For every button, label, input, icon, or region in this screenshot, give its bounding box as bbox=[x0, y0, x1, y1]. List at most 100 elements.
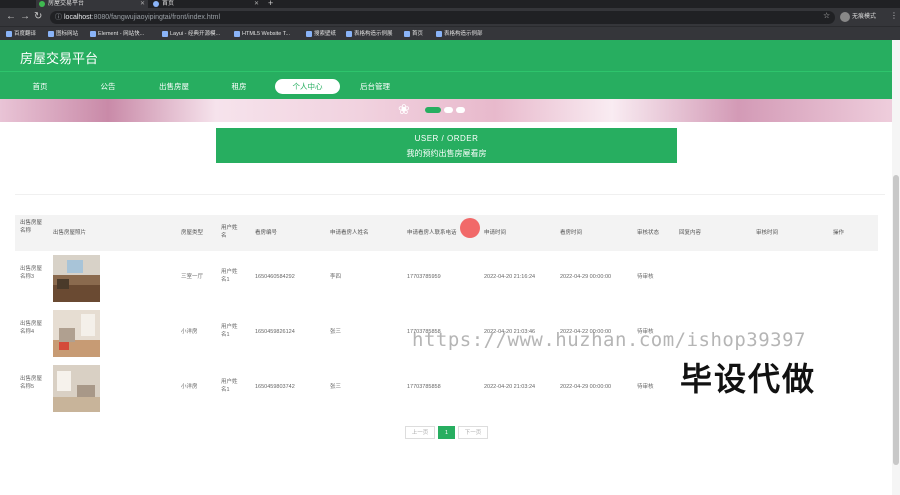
forward-arrow-icon[interactable]: → bbox=[20, 11, 30, 23]
prev-page-button[interactable]: 上一页 bbox=[405, 426, 435, 439]
cell-user-name: 用户姓名1 bbox=[221, 324, 238, 338]
bookmarks-bar: 百度翻译 图标网站 Element - 网站快... Layui - 经典开源模… bbox=[0, 26, 900, 40]
next-page-button[interactable]: 下一页 bbox=[458, 426, 488, 439]
cell-view-code: 1650460584292 bbox=[255, 274, 295, 280]
cell-house-type: 小洋房 bbox=[181, 384, 198, 390]
incognito-avatar-icon bbox=[840, 12, 850, 22]
close-tab-icon[interactable]: ✕ bbox=[254, 0, 259, 8]
bookmark-label: 表格构造示例部 bbox=[444, 31, 483, 37]
nav-notice[interactable]: 公告 bbox=[78, 79, 138, 94]
cell-view-time: 2022-04-29 00:00:00 bbox=[560, 274, 612, 280]
main-nav: 首页 公告 出售房屋 租房 个人中心 后台管理 bbox=[0, 71, 900, 99]
browser-tab-label: 首页 bbox=[162, 1, 175, 7]
url-host: localhost bbox=[64, 14, 92, 21]
bookmark-item[interactable]: Element - 网站快... bbox=[90, 29, 144, 39]
cell-status: 待审核 bbox=[637, 274, 654, 280]
browser-tab-label: 房屋交易平台 bbox=[48, 1, 85, 7]
column-header: 审核状态 bbox=[637, 230, 660, 236]
bookmark-item[interactable]: 搜索壁纸 bbox=[306, 29, 336, 39]
cell-user-name: 用户姓名1 bbox=[221, 269, 238, 283]
bookmark-icon bbox=[234, 31, 240, 37]
column-header: 审核时间 bbox=[756, 230, 779, 236]
table-row: 出售房屋名称3 三室一厅 用户姓名1 1650460584292 李四 1770… bbox=[15, 253, 878, 305]
watermark-text-label: 毕设代做 bbox=[680, 361, 817, 397]
bookmark-label: Element - 网站快... bbox=[98, 31, 145, 37]
column-header: 申请时间 bbox=[484, 230, 507, 236]
bookmark-star-icon[interactable]: ☆ bbox=[823, 11, 830, 20]
cell-applicant: 张三 bbox=[330, 384, 342, 390]
close-tab-icon[interactable]: ✕ bbox=[140, 0, 145, 8]
browser-tab-active[interactable]: 房屋交易平台 ✕ bbox=[36, 0, 148, 8]
nav-admin[interactable]: 后台管理 bbox=[345, 79, 405, 94]
site-favicon-icon bbox=[39, 1, 45, 7]
cell-phone: 17703785858 bbox=[407, 384, 441, 390]
page-scrollbar[interactable] bbox=[892, 40, 900, 495]
cell-house-name: 出售房屋名称4 bbox=[20, 321, 43, 335]
browser-menu-icon[interactable]: ⋮ bbox=[890, 11, 898, 20]
cell-house-type: 三室一厅 bbox=[181, 274, 204, 280]
bookmark-label: Layui - 经典开源模... bbox=[170, 31, 221, 37]
carousel-dot[interactable] bbox=[456, 107, 465, 113]
bookmark-icon bbox=[404, 31, 410, 37]
table-header: 出售房屋名称 出售房屋照片 房屋类型 用户姓名 看房编号 申请看房人姓名 申请看… bbox=[15, 215, 878, 251]
cell-house-type: 小洋房 bbox=[181, 329, 198, 335]
profile-button[interactable]: 无痕模式 bbox=[840, 11, 876, 23]
bookmark-item[interactable]: 表格构造示例部 bbox=[436, 29, 483, 39]
site-info-icon[interactable]: ⓘ bbox=[55, 11, 62, 24]
flower-icon: ❀ bbox=[398, 101, 410, 117]
cell-view-code: 1650459826124 bbox=[255, 329, 295, 335]
column-header: 用户姓名 bbox=[221, 225, 238, 239]
nav-home[interactable]: 首页 bbox=[10, 79, 70, 94]
watermark-url: https://www.huzhan.com/ishop39397 bbox=[412, 329, 806, 351]
cell-applicant: 李四 bbox=[330, 274, 342, 280]
hero-banner: ❀ bbox=[0, 99, 900, 122]
house-photo[interactable] bbox=[53, 255, 100, 302]
house-photo[interactable] bbox=[53, 365, 100, 412]
section-title-cn: 我的预约出售房屋看房 bbox=[406, 149, 487, 158]
address-bar[interactable]: ⓘ localhost:8080/fangwujiaoyipingtai/fro… bbox=[50, 11, 835, 24]
nav-personal-center[interactable]: 个人中心 bbox=[275, 79, 340, 94]
site-header: 房屋交易平台 bbox=[0, 40, 900, 71]
bookmark-item[interactable]: Layui - 经典开源模... bbox=[162, 29, 220, 39]
cell-status: 待审核 bbox=[637, 384, 654, 390]
new-tab-button[interactable]: + bbox=[268, 0, 273, 8]
back-arrow-icon[interactable]: ← bbox=[6, 11, 16, 23]
column-header: 出售房屋名称 bbox=[20, 220, 43, 234]
cell-house-name: 出售房屋名称3 bbox=[20, 266, 43, 280]
bookmark-label: 首页 bbox=[412, 31, 424, 37]
web-page: 房屋交易平台 首页 公告 出售房屋 租房 个人中心 后台管理 ❀ USER / … bbox=[0, 40, 900, 495]
bookmark-label: 表格构造示例展 bbox=[354, 31, 393, 37]
bookmark-icon bbox=[48, 31, 54, 37]
bookmark-item[interactable]: HTML5 Website T... bbox=[234, 29, 290, 39]
carousel-dot[interactable] bbox=[444, 107, 453, 113]
browser-tab[interactable]: 首页 ✕ bbox=[150, 0, 262, 8]
bookmark-icon bbox=[306, 31, 312, 37]
cell-apply-time: 2022-04-20 21:16:24 bbox=[484, 274, 536, 280]
bookmark-item[interactable]: 图标网站 bbox=[48, 29, 78, 39]
column-header: 操作 bbox=[833, 230, 845, 236]
site-favicon-icon bbox=[153, 1, 159, 7]
page-number-current[interactable]: 1 bbox=[438, 426, 455, 439]
column-header: 申请看房人姓名 bbox=[330, 230, 369, 236]
bookmark-icon bbox=[162, 31, 168, 37]
scrollbar-thumb[interactable] bbox=[893, 175, 899, 465]
watermark-text: 毕设代做 bbox=[680, 354, 817, 400]
bookmark-label: HTML5 Website T... bbox=[242, 31, 291, 37]
carousel-dot-active[interactable] bbox=[425, 107, 441, 113]
divider bbox=[15, 194, 885, 195]
browser-tab-strip: 房屋交易平台 ✕ 首页 ✕ + bbox=[0, 0, 900, 8]
column-header: 回复内容 bbox=[679, 230, 702, 236]
nav-rent[interactable]: 租房 bbox=[209, 79, 269, 94]
profile-label: 无痕模式 bbox=[852, 14, 877, 20]
bookmark-icon bbox=[90, 31, 96, 37]
section-title-en: USER / ORDER bbox=[414, 134, 479, 143]
reload-icon[interactable]: ↻ bbox=[34, 11, 42, 23]
column-header: 房屋类型 bbox=[181, 230, 204, 236]
bookmark-item[interactable]: 百度翻译 bbox=[6, 29, 36, 39]
nav-house-sale[interactable]: 出售房屋 bbox=[144, 79, 204, 94]
bookmark-icon bbox=[346, 31, 352, 37]
bookmark-item[interactable]: 表格构造示例展 bbox=[346, 29, 393, 39]
section-title-banner: USER / ORDER 我的预约出售房屋看房 bbox=[216, 128, 677, 163]
bookmark-item[interactable]: 首页 bbox=[404, 29, 423, 39]
house-photo[interactable] bbox=[53, 310, 100, 357]
